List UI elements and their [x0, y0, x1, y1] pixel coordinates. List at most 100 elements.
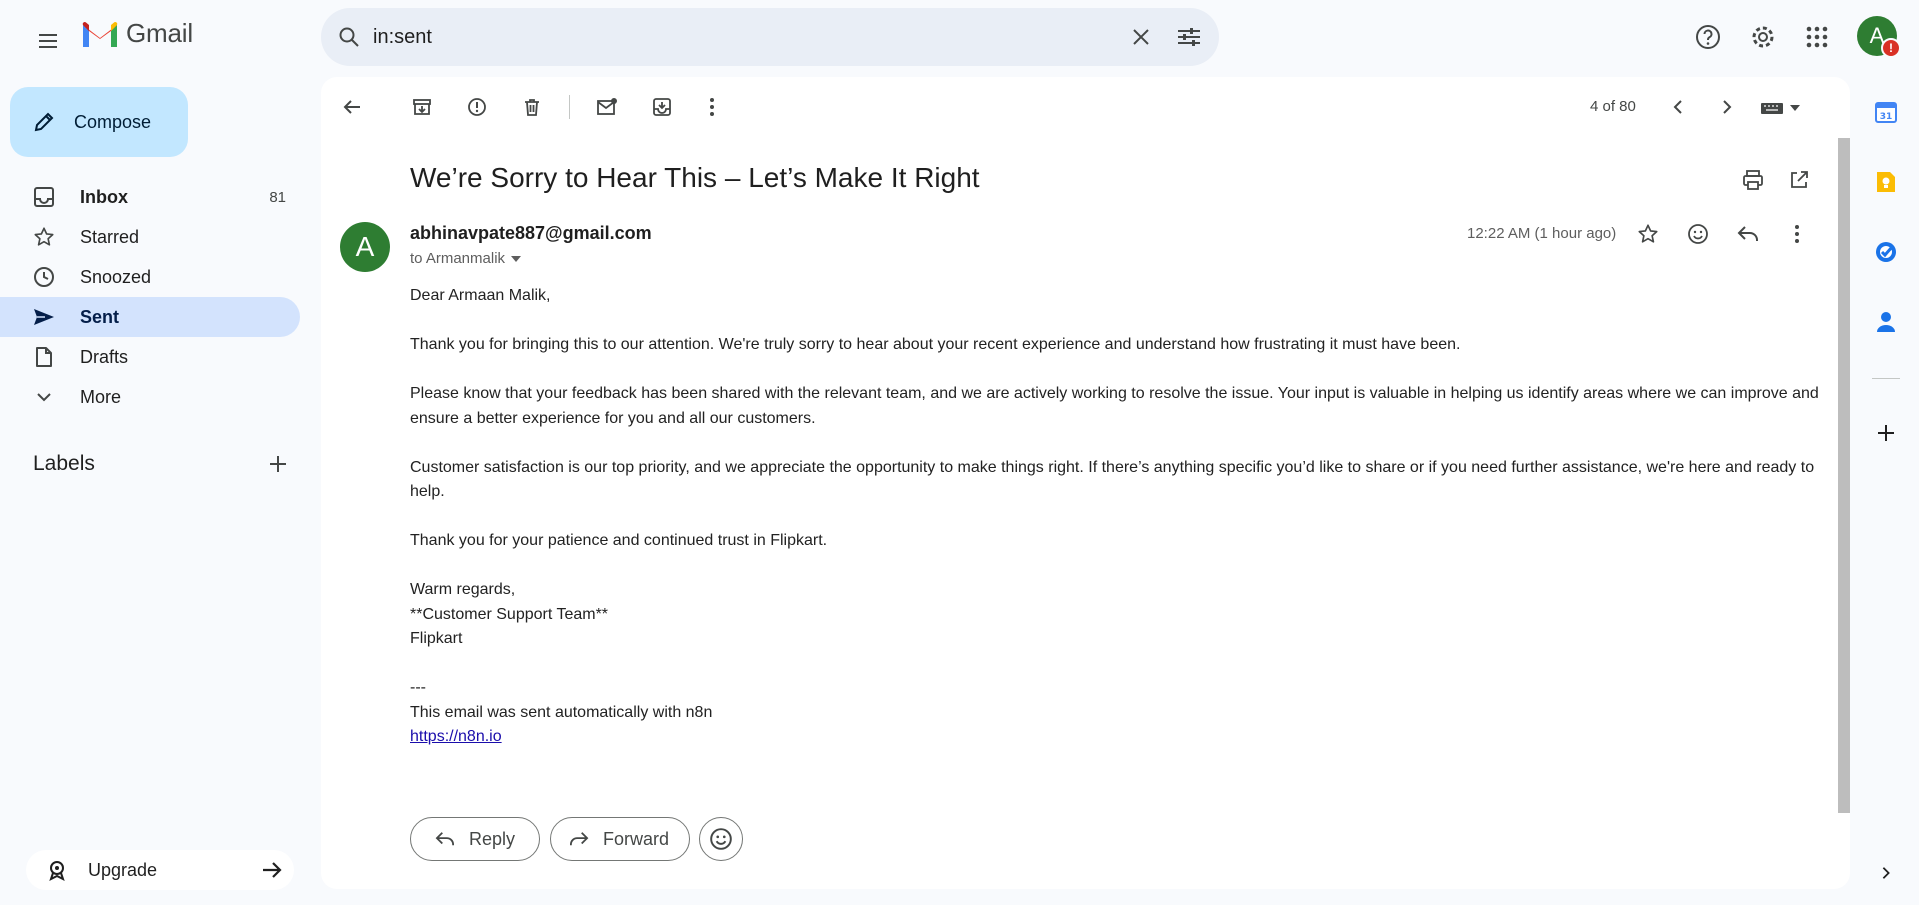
sender-avatar: A — [340, 222, 390, 272]
open-new-window-icon — [1789, 170, 1809, 190]
input-tools-button[interactable] — [1760, 97, 1810, 119]
search-icon[interactable] — [337, 25, 361, 49]
older-button[interactable] — [1707, 87, 1747, 127]
plus-icon — [268, 454, 288, 474]
toolbar-divider — [569, 95, 570, 119]
get-addons-button[interactable] — [1866, 413, 1906, 453]
mark-unread-button[interactable] — [587, 87, 627, 127]
svg-text:31: 31 — [1880, 112, 1893, 122]
sidebar-item-sent[interactable]: Sent — [0, 297, 300, 337]
body-closing: Warm regards, — [410, 581, 516, 598]
clear-search-icon[interactable] — [1121, 17, 1161, 57]
gmail-logo — [80, 19, 120, 49]
body-greeting: Dear Armaan Malik, — [410, 287, 551, 304]
report-spam-icon — [467, 97, 487, 117]
chevron-right-icon — [1879, 866, 1893, 880]
help-icon — [1694, 23, 1722, 51]
inbox-icon — [32, 185, 56, 209]
chevron-left-icon — [1670, 99, 1686, 115]
search-input[interactable] — [373, 8, 1121, 66]
forward-label: Forward — [603, 828, 670, 849]
sidebar-item-label: Snoozed — [80, 266, 152, 287]
more-actions-button[interactable] — [692, 87, 732, 127]
message-more-button[interactable] — [1777, 214, 1817, 254]
star-icon — [1637, 223, 1659, 245]
recipient-details-toggle[interactable]: to Armanmalik — [410, 250, 522, 267]
back-icon — [342, 97, 362, 117]
react-button[interactable] — [699, 817, 743, 861]
tasks-app-button[interactable] — [1866, 232, 1906, 272]
rail-divider — [1872, 378, 1900, 379]
contacts-app-button[interactable] — [1866, 302, 1906, 342]
body-company: Flipkart — [410, 630, 463, 647]
gmail-logo-link[interactable]: Gmail — [80, 18, 193, 49]
main-menu-button[interactable] — [24, 17, 72, 65]
search-options-icon[interactable] — [1169, 17, 1209, 57]
newer-button[interactable] — [1658, 87, 1698, 127]
reply-quick-button[interactable] — [1728, 214, 1768, 254]
report-spam-button[interactable] — [457, 87, 497, 127]
sidebar-item-label: Starred — [80, 226, 140, 247]
labels-heading: Labels — [33, 452, 95, 475]
sidebar-item-label: Sent — [80, 306, 120, 327]
back-button[interactable] — [332, 87, 372, 127]
arrow-right-icon — [260, 858, 284, 882]
upgrade-button[interactable]: Upgrade — [26, 850, 294, 890]
body-paragraph: Thank you for bringing this to our atten… — [410, 336, 1461, 353]
keep-app-button[interactable] — [1866, 162, 1906, 202]
message-timestamp: 12:22 AM (1 hour ago) — [1467, 225, 1617, 242]
reply-button[interactable]: Reply — [410, 817, 540, 861]
upgrade-icon — [46, 859, 68, 881]
reply-icon — [435, 830, 455, 848]
emoji-icon — [1687, 223, 1709, 245]
help-button[interactable] — [1688, 17, 1728, 57]
sidebar-item-label: Inbox — [80, 186, 128, 207]
mark-unread-icon — [596, 97, 618, 117]
plus-icon — [1876, 423, 1896, 443]
star-button[interactable] — [1628, 214, 1668, 254]
body-link[interactable]: https://n8n.io — [410, 728, 502, 745]
clock-icon — [32, 265, 56, 289]
sidebar-item-more[interactable]: More — [0, 377, 300, 417]
open-new-window-button[interactable] — [1779, 160, 1819, 200]
show-side-panel-button[interactable] — [1866, 853, 1906, 893]
search-bar — [321, 8, 1219, 66]
app-name: Gmail — [126, 18, 193, 48]
scrollbar-thumb[interactable] — [1838, 138, 1850, 813]
send-icon — [32, 305, 56, 329]
settings-button[interactable] — [1743, 17, 1783, 57]
body-team: **Customer Support Team** — [410, 605, 609, 623]
more-vert-icon — [709, 97, 715, 117]
move-to-icon — [652, 97, 672, 117]
body-paragraph: Thank you for your patience and continue… — [410, 532, 828, 549]
tasks-icon — [1874, 240, 1898, 264]
sidebar-item-inbox[interactable]: Inbox 81 — [0, 177, 300, 217]
add-reaction-button[interactable] — [1678, 214, 1718, 254]
keep-icon — [1875, 170, 1897, 194]
sidebar-item-starred[interactable]: Starred — [0, 217, 300, 257]
create-label-button[interactable] — [258, 444, 298, 484]
move-to-button[interactable] — [642, 87, 682, 127]
message-subject: We’re Sorry to Hear This – Let’s Make It… — [410, 162, 980, 193]
contacts-icon — [1875, 310, 1897, 334]
pencil-icon — [32, 110, 56, 134]
sidebar-item-label: More — [80, 386, 122, 407]
sender-email[interactable]: abhinavpate887@gmail.com — [410, 223, 652, 244]
body-paragraph: Customer satisfaction is our top priorit… — [410, 458, 1815, 501]
sidebar-item-snoozed[interactable]: Snoozed — [0, 257, 300, 297]
sidebar-item-drafts[interactable]: Drafts — [0, 337, 300, 377]
emoji-icon — [709, 827, 733, 851]
google-apps-button[interactable] — [1797, 17, 1837, 57]
archive-button[interactable] — [402, 87, 442, 127]
draft-icon — [32, 345, 56, 369]
print-button[interactable] — [1733, 160, 1773, 200]
reply-label: Reply — [469, 828, 516, 849]
body-footer: This email was sent automatically with n… — [410, 703, 713, 721]
delete-button[interactable] — [512, 87, 552, 127]
calendar-app-button[interactable]: 31 — [1866, 92, 1906, 132]
compose-button[interactable]: Compose — [10, 87, 188, 157]
forward-button[interactable]: Forward — [550, 817, 690, 861]
apps-icon — [1805, 25, 1829, 49]
settings-icon — [1749, 23, 1777, 51]
keyboard-icon — [1760, 101, 1784, 115]
